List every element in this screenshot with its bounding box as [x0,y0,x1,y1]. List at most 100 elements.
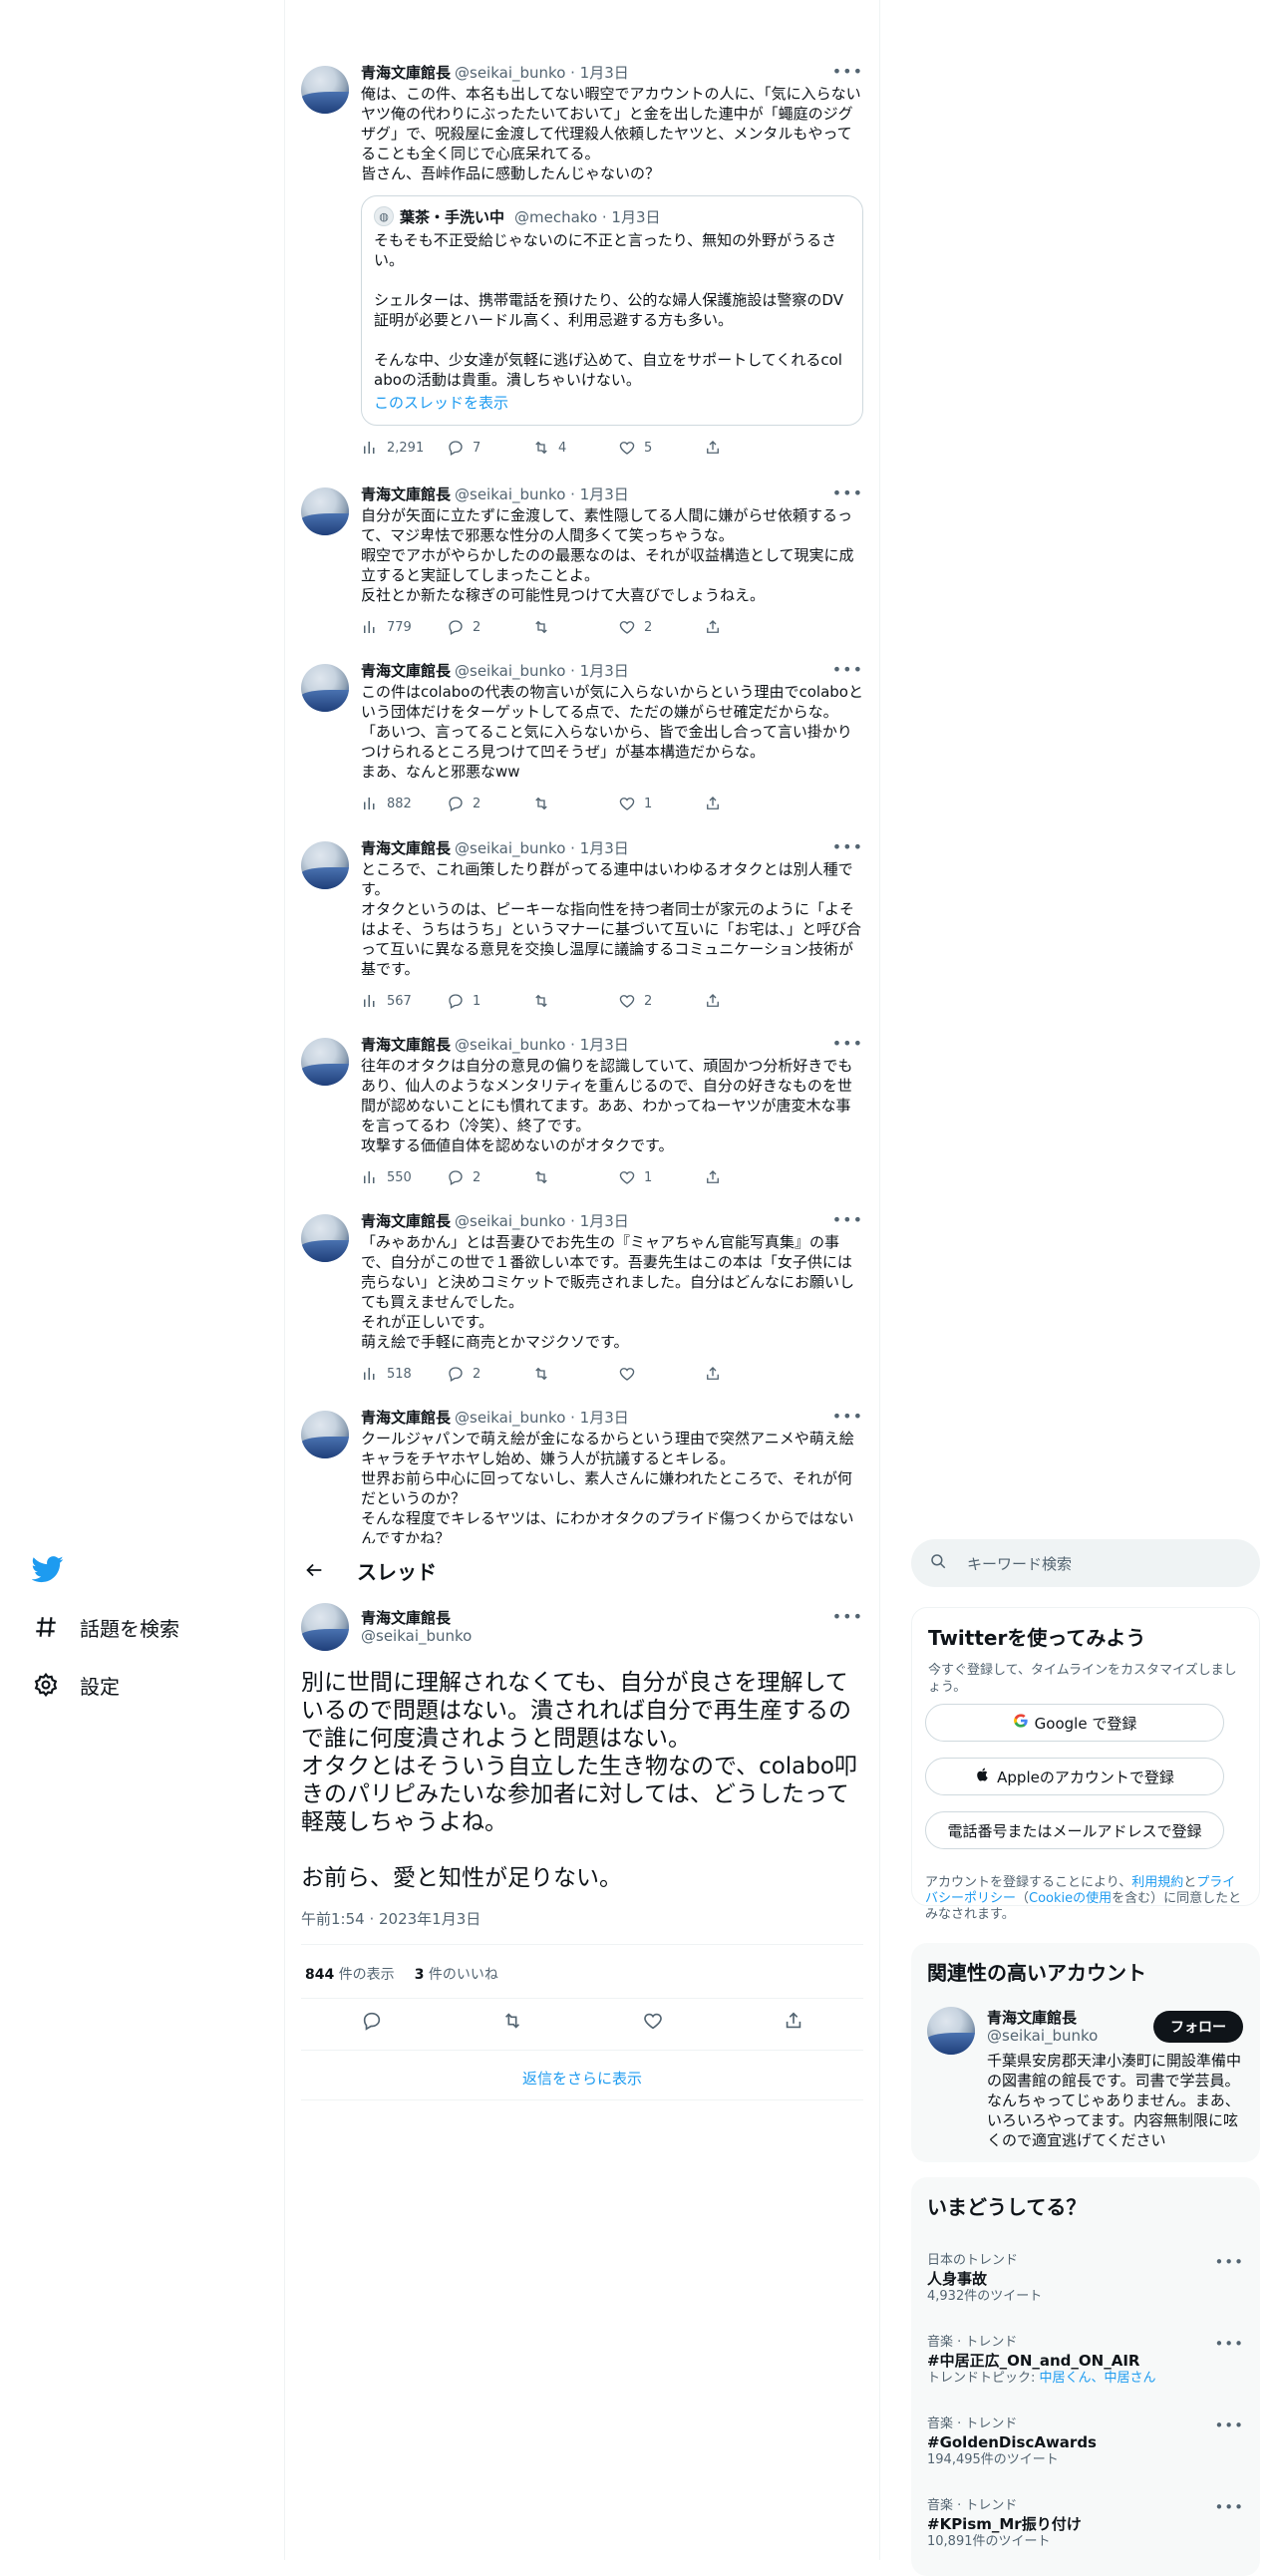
divider [301,2050,863,2051]
more-options-icon[interactable]: ••• [832,62,863,81]
more-options-icon[interactable]: ••• [1214,2253,1244,2271]
more-options-icon[interactable]: ••• [832,837,863,856]
trend-topic: トレンドトピック: 中居くん、中居さん [927,2371,1156,2386]
more-options-icon[interactable]: ••• [832,1210,863,1229]
search-input[interactable]: キーワード検索 [967,1553,1072,1574]
share-button[interactable] [704,618,790,636]
avatar[interactable] [301,1603,349,1651]
more-options-icon[interactable]: ••• [832,483,863,502]
phone-email-signup-button[interactable]: 電話番号またはメールアドレスで登録 [925,1811,1224,1849]
like-button[interactable]: 1 [618,1168,704,1186]
retweet-button[interactable] [532,618,618,636]
thread-tweet[interactable]: 青海文庫館長 @seikai_bunko · 1月3日 ••• クールジャパンで萌… [301,1407,863,1543]
retweet-button[interactable]: 4 [532,439,618,457]
views-icon [364,798,375,809]
tweet-actions: 567 1 2 [361,991,863,1011]
more-options-icon[interactable]: ••• [1214,2498,1244,2516]
trend-item[interactable]: 日本のトレンド 人身事故 4,932件のツイート ••• [927,2253,1244,2305]
more-options-icon[interactable]: ••• [1214,2335,1244,2353]
like-button[interactable]: 2 [618,618,704,636]
reply-button[interactable] [361,2010,383,2036]
show-thread-link[interactable]: このスレッドを表示 [374,392,850,413]
share-button[interactable] [704,1168,790,1186]
more-options-icon[interactable]: ••• [832,1607,863,1626]
views-stat[interactable]: 2,291 [361,439,447,457]
trend-item[interactable]: 音楽 · トレンド #中居正広_ON_and_ON_AIR トレンドトピック: … [927,2335,1244,2387]
avatar[interactable] [927,2007,975,2055]
reply-button[interactable]: 2 [447,618,532,636]
apple-icon [975,1767,991,1786]
share-button[interactable] [704,795,790,812]
avatar[interactable] [301,1038,349,1086]
avatar[interactable] [301,841,349,889]
like-button[interactable]: 1 [618,795,704,812]
views-stat[interactable]: 550 [361,1168,447,1186]
share-button[interactable] [704,439,790,457]
main-author-handle[interactable]: @seikai_bunko [361,1627,472,1645]
google-icon [1013,1713,1029,1733]
tweet-author-name[interactable]: 青海文庫館長 [361,62,451,83]
like-button[interactable]: 5 [618,439,704,457]
avatar[interactable] [301,664,349,712]
views-stat[interactable]: 882 [361,795,447,812]
divider [301,1998,863,1999]
avatar[interactable] [301,66,349,114]
share-button[interactable] [704,1365,790,1383]
share-button[interactable] [783,2010,804,2036]
retweet-button[interactable] [532,1168,618,1186]
back-arrow-icon[interactable] [301,1557,327,1583]
gear-icon [32,1671,60,1699]
tweet-stats: 844 件の表示 3 件のいいね [305,1964,498,1984]
like-button[interactable]: 2 [618,992,704,1010]
apple-signup-button[interactable]: Appleのアカウントで登録 [925,1758,1224,1795]
tweet-author-name[interactable]: 青海文庫館長 [361,837,451,858]
tweet-author-name[interactable]: 青海文庫館長 [361,1210,451,1231]
more-options-icon[interactable]: ••• [1214,2416,1244,2434]
tweet-author-name[interactable]: 青海文庫館長 [361,1407,451,1428]
terms-link[interactable]: 利用規約 [1131,1875,1183,1890]
views-stat[interactable]: 779 [361,618,447,636]
related-account-handle[interactable]: @seikai_bunko [987,2027,1098,2045]
search-icon [929,1552,947,1574]
avatar[interactable] [301,1214,349,1262]
share-button[interactable] [704,992,790,1010]
related-account-name[interactable]: 青海文庫館長 [987,2007,1077,2028]
main-author-name[interactable]: 青海文庫館長 [361,1607,451,1628]
reply-button[interactable]: 2 [447,1365,532,1383]
follow-button[interactable]: フォロー [1153,2011,1243,2043]
reply-button[interactable]: 2 [447,795,532,812]
google-signup-button[interactable]: Google で登録 [925,1704,1224,1742]
tweet-author-name[interactable]: 青海文庫館長 [361,660,451,681]
like-button[interactable] [618,1365,704,1383]
main-tweet-timestamp[interactable]: 午前1:54 · 2023年1月3日 [301,1908,480,1929]
reply-button[interactable]: 1 [447,992,532,1010]
likes-stat[interactable]: 3 件のいいね [415,1964,498,1984]
show-more-replies-link[interactable]: 返信をさらに表示 [301,2058,863,2089]
retweet-button[interactable] [532,1365,618,1383]
reply-button[interactable]: 2 [447,1168,532,1186]
signup-terms: アカウントを登録することにより、利用規約とプライバシーポリシー（Cookieの使… [925,1875,1242,1922]
avatar[interactable] [301,487,349,535]
views-stat[interactable]: 567 [361,992,447,1010]
avatar[interactable] [301,1411,349,1458]
twitter-logo-icon[interactable] [31,1553,64,1585]
more-options-icon[interactable]: ••• [832,1407,863,1426]
trend-topic-link[interactable]: 中居くん、中居さん [1040,2371,1156,2386]
tweet-author-name[interactable]: 青海文庫館長 [361,1034,451,1055]
nav-settings[interactable]: 設定 [32,1665,120,1705]
tweet-author-name[interactable]: 青海文庫館長 [361,483,451,504]
retweet-button[interactable] [501,2010,523,2036]
nav-explore[interactable]: 話題を検索 [32,1607,179,1647]
search-box[interactable]: キーワード検索 [911,1539,1260,1587]
like-button[interactable] [642,2010,664,2036]
more-options-icon[interactable]: ••• [832,660,863,679]
trend-item[interactable]: 音楽 · トレンド #KPism_Mr振り付け 10,891件のツイート ••• [927,2498,1244,2550]
quoted-tweet[interactable]: ◍ 葉茶・手洗い中 @mechako · 1月3日 そもそも不正受給じゃないのに… [361,195,863,426]
more-options-icon[interactable]: ••• [832,1034,863,1053]
reply-button[interactable]: 7 [447,439,532,457]
cookie-link[interactable]: Cookieの使用 [1029,1891,1112,1906]
views-stat[interactable]: 518 [361,1365,447,1383]
retweet-button[interactable] [532,795,618,812]
retweet-button[interactable] [532,992,618,1010]
trend-item[interactable]: 音楽 · トレンド #GoldenDiscAwards 194,495件のツイー… [927,2416,1244,2468]
